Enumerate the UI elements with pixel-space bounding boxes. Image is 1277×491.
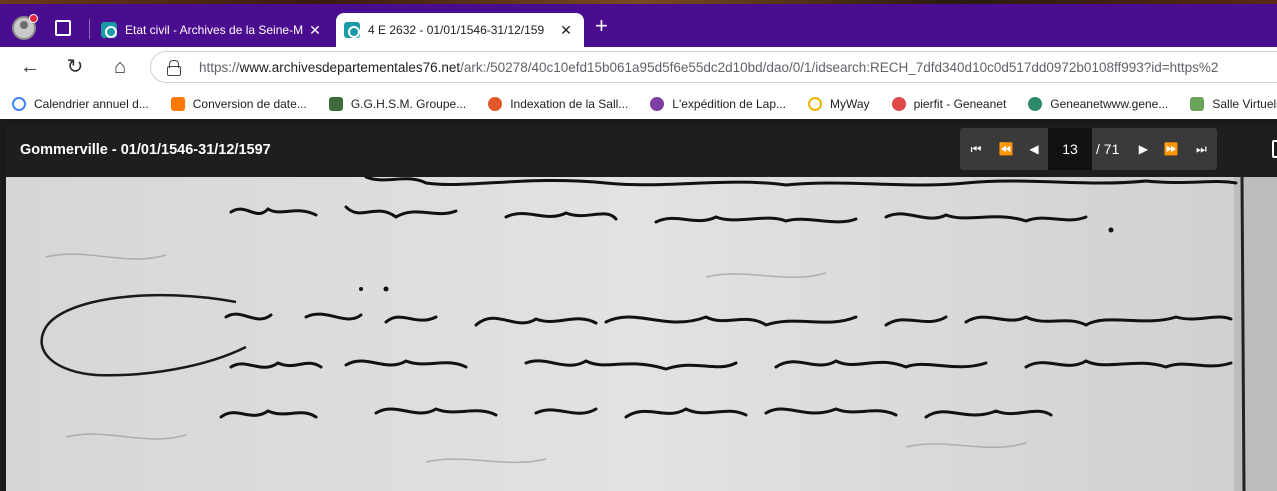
address-bar[interactable]: https://www.archivesdepartementales76.ne… [150, 51, 1277, 83]
orange-icon [170, 96, 185, 111]
bookmark-pierfit[interactable]: pierfit - Geneanet [891, 96, 1006, 111]
geneanet-icon [891, 96, 906, 111]
bookmark-gghsm[interactable]: G.G.H.S.M. Groupe... [328, 96, 466, 111]
window-top-decoration [0, 0, 1277, 4]
google-icon [12, 96, 26, 111]
rewind-icon[interactable]: ⏪ [992, 128, 1020, 170]
crest-icon [328, 96, 343, 111]
back-arrow-icon[interactable]: ← [18, 55, 42, 79]
handwritten-page-image [6, 177, 1277, 491]
new-tab-plus-icon[interactable]: + [595, 15, 608, 37]
panel-toggle-icon[interactable] [1272, 140, 1277, 158]
compass-icon [650, 96, 665, 111]
tree-icon [1028, 96, 1043, 111]
url-text: https://www.archivesdepartementales76.ne… [199, 59, 1219, 75]
last-page-icon[interactable]: ⏭ [1185, 128, 1218, 170]
close-tab-icon[interactable]: ✕ [307, 22, 323, 39]
document-title: Gommerville - 01/01/1546-31/12/1597 [20, 142, 271, 158]
myway-icon [808, 96, 822, 111]
page-number-input[interactable]: 13 [1048, 128, 1092, 170]
bookmark-indexation[interactable]: Indexation de la Sall... [488, 96, 628, 111]
next-page-icon[interactable]: ▶ [1129, 128, 1158, 170]
page-navigator: ⏮ ⏪ ◀ 13 / 71 ▶ ⏩ ⏭ [960, 128, 1218, 170]
tab-actions-icon[interactable] [55, 20, 71, 36]
profile-avatar-icon[interactable] [12, 14, 38, 40]
archives-favicon-icon [101, 22, 117, 38]
home-icon[interactable]: ⌂ [108, 55, 132, 79]
tab-separator [89, 19, 90, 39]
bookmark-salle-virtuelle[interactable]: Salle Virtuelle [1190, 96, 1277, 111]
fast-forward-icon[interactable]: ⏩ [1157, 128, 1186, 170]
bookmarks-bar: Calendrier annuel d... Conversion de dat… [0, 88, 1277, 119]
tab-title: Etat civil - Archives de la Seine-M [125, 23, 304, 37]
tab-title: 4 E 2632 - 01/01/1546-31/12/159 [368, 23, 545, 37]
navigation-bar: ← ↻ ⌂ https://www.archivesdepartementale… [0, 47, 1277, 88]
lock-icon[interactable] [167, 60, 181, 76]
tab-strip: Etat civil - Archives de la Seine-M ✕ 4 … [0, 0, 1277, 47]
previous-page-icon[interactable]: ◀ [1020, 128, 1048, 170]
bookmark-calendrier[interactable]: Calendrier annuel d... [12, 96, 149, 111]
reload-icon[interactable]: ↻ [63, 55, 87, 79]
page-total: / 71 [1092, 128, 1130, 170]
manuscript-scan-image[interactable] [6, 177, 1277, 491]
bookmark-myway[interactable]: MyWay [808, 96, 870, 111]
hands-icon [1190, 96, 1205, 111]
leaf-icon [488, 96, 503, 111]
archives-favicon-icon [344, 22, 360, 38]
tab-etat-civil[interactable]: Etat civil - Archives de la Seine-M ✕ [93, 13, 333, 47]
bookmark-conversion[interactable]: Conversion de date... [170, 96, 307, 111]
tab-document[interactable]: 4 E 2632 - 01/01/1546-31/12/159 ✕ [336, 13, 584, 47]
document-viewer: Gommerville - 01/01/1546-31/12/1597 ⏮ ⏪ … [6, 124, 1277, 491]
notification-dot [29, 14, 38, 23]
viewer-toolbar: Gommerville - 01/01/1546-31/12/1597 ⏮ ⏪ … [6, 124, 1277, 177]
close-tab-icon[interactable]: ✕ [558, 22, 574, 39]
bookmark-expedition[interactable]: L'expédition de Lap... [650, 96, 786, 111]
bookmark-geneanet[interactable]: Geneanetwww.gene... [1028, 96, 1168, 111]
first-page-icon[interactable]: ⏮ [960, 128, 992, 170]
